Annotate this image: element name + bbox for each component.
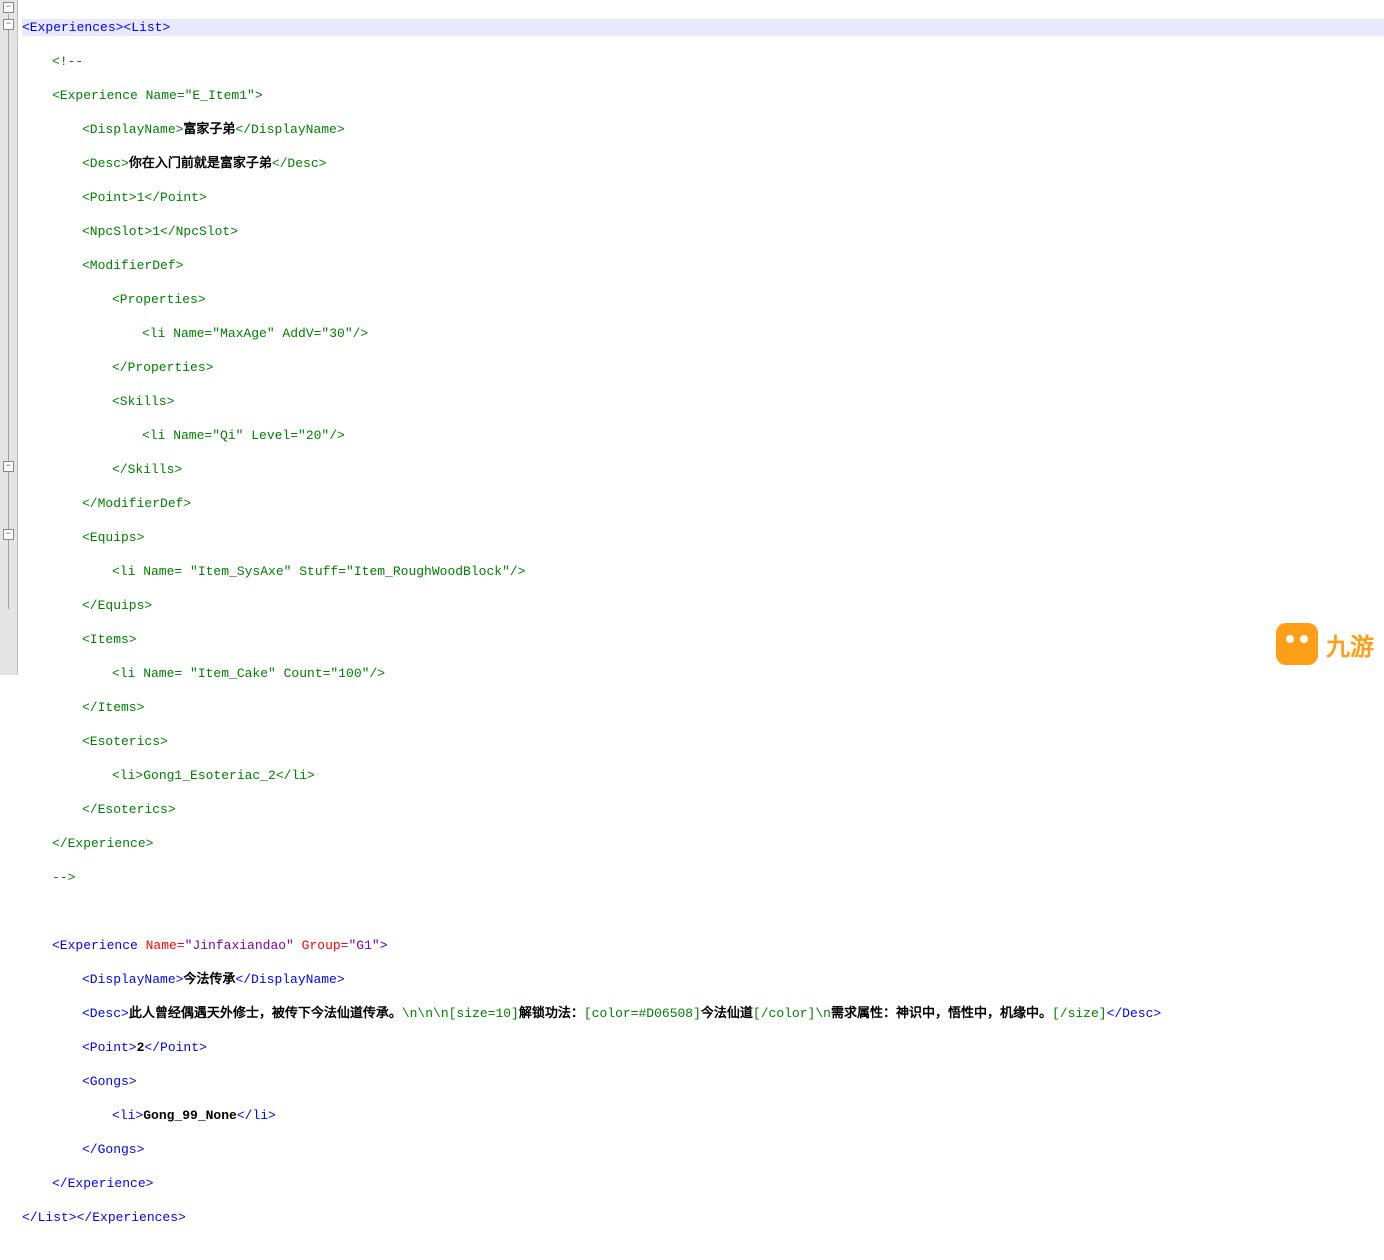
code-line[interactable] [22,903,1384,920]
code-line[interactable]: </Esoterics> [22,801,1384,818]
watermark: 九游 [1276,623,1374,665]
fold-toggle[interactable]: − [3,529,14,540]
code-line[interactable]: <li Name= "Item_Cake" Count="100"/> [22,665,1384,682]
code-line[interactable]: <Esoterics> [22,733,1384,750]
fold-toggle[interactable]: − [3,2,14,13]
code-line[interactable]: </Equips> [22,597,1384,614]
code-line[interactable]: <li>Gong_99_None</li> [22,1107,1384,1124]
code-editor[interactable]: − − − − <Experiences><List> <!-- <Experi… [0,0,1384,675]
code-line[interactable]: <li Name="MaxAge" AddV="30"/> [22,325,1384,342]
code-line[interactable]: </Gongs> [22,1141,1384,1158]
code-line[interactable]: <DisplayName>今法传承</DisplayName> [22,971,1384,988]
code-line[interactable]: <ModifierDef> [22,257,1384,274]
code-line[interactable]: <Experiences><List> [22,19,1384,36]
code-line[interactable]: <Desc>此人曾经偶遇天外修士，被传下今法仙道传承。\n\n\n[size=1… [22,1005,1384,1022]
code-content[interactable]: <Experiences><List> <!-- <Experience Nam… [18,0,1384,675]
code-line[interactable]: <Desc>你在入门前就是富家子弟</Desc> [22,155,1384,172]
code-line[interactable]: <Point>2</Point> [22,1039,1384,1056]
code-line[interactable]: <Point>1</Point> [22,189,1384,206]
code-line[interactable]: </ModifierDef> [22,495,1384,512]
code-line[interactable]: <NpcSlot>1</NpcSlot> [22,223,1384,240]
code-line[interactable]: </Experience> [22,835,1384,852]
code-line[interactable]: </Skills> [22,461,1384,478]
watermark-icon [1276,623,1318,665]
code-line[interactable]: <Gongs> [22,1073,1384,1090]
code-line[interactable]: <li Name= "Item_SysAxe" Stuff="Item_Roug… [22,563,1384,580]
code-line[interactable]: <Experience Name="Jinfaxiandao" Group="G… [22,937,1384,954]
code-line[interactable]: <li>Gong1_Esoteriac_2</li> [22,767,1384,784]
watermark-text: 九游 [1326,627,1374,662]
fold-toggle[interactable]: − [3,19,14,30]
code-line[interactable]: </Items> [22,699,1384,716]
code-line[interactable]: <Experience Name="E_Item1"> [22,87,1384,104]
code-line[interactable]: <Equips> [22,529,1384,546]
fold-gutter[interactable]: − − − − [0,0,18,675]
code-line[interactable]: <DisplayName>富家子弟</DisplayName> [22,121,1384,138]
fold-guide [8,14,9,609]
code-line[interactable]: <li Name="Qi" Level="20"/> [22,427,1384,444]
code-line[interactable]: </Properties> [22,359,1384,376]
code-line[interactable]: <Items> [22,631,1384,648]
code-line[interactable]: </Experience> [22,1175,1384,1192]
code-line[interactable]: <Skills> [22,393,1384,410]
code-line[interactable]: <!-- [22,53,1384,70]
code-line[interactable]: </List></Experiences> [22,1209,1384,1226]
fold-toggle[interactable]: − [3,461,14,472]
code-line[interactable]: --> [22,869,1384,886]
code-line[interactable]: <Properties> [22,291,1384,308]
